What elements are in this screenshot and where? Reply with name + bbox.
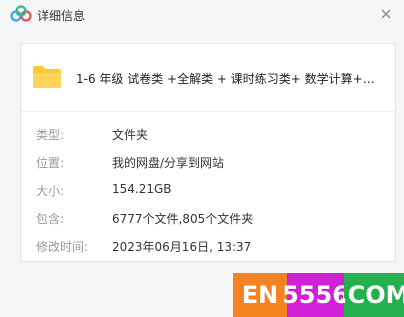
watermark-part-number: 5556 bbox=[282, 273, 349, 317]
close-button[interactable] bbox=[378, 6, 394, 22]
details-panel: 1-6 年级 试卷类 +全解类 + 课时练习类+ 数学计算+应... 类型: 文… bbox=[20, 43, 396, 262]
property-row-size: 大小: 154.21GB bbox=[21, 180, 395, 200]
window-title: 详细信息 bbox=[37, 9, 86, 23]
property-label: 类型: bbox=[36, 128, 65, 142]
property-row-type: 类型: 文件夹 bbox=[21, 124, 395, 144]
site-watermark: EN 5556 .COM bbox=[233, 273, 404, 317]
property-row-location: 位置: 我的网盘/分享到网站 bbox=[21, 152, 395, 172]
property-value: 6777个文件,805个文件夹 bbox=[112, 212, 254, 226]
cloud-logo-icon bbox=[10, 5, 32, 22]
property-label: 大小: bbox=[36, 184, 65, 198]
property-row-modified: 修改时间: 2023年06月16日, 13:37 bbox=[21, 236, 395, 256]
property-label: 包含: bbox=[36, 212, 65, 226]
property-value: 154.21GB bbox=[112, 182, 172, 196]
title-bar: 详细信息 bbox=[0, 0, 404, 30]
watermark-part-en: EN bbox=[233, 273, 287, 317]
property-label: 修改时间: bbox=[36, 240, 89, 254]
property-value: 我的网盘/分享到网站 bbox=[112, 156, 225, 170]
close-icon bbox=[381, 9, 391, 19]
property-label: 位置: bbox=[36, 156, 65, 170]
file-name: 1-6 年级 试卷类 +全解类 + 课时练习类+ 数学计算+应... bbox=[76, 72, 384, 86]
folder-icon bbox=[33, 66, 61, 88]
file-header: 1-6 年级 试卷类 +全解类 + 课时练习类+ 数学计算+应... bbox=[21, 44, 395, 112]
watermark-part-com: .COM bbox=[339, 273, 404, 317]
property-row-contains: 包含: 6777个文件,805个文件夹 bbox=[21, 208, 395, 228]
property-value: 2023年06月16日, 13:37 bbox=[112, 240, 252, 254]
property-value: 文件夹 bbox=[112, 128, 149, 142]
